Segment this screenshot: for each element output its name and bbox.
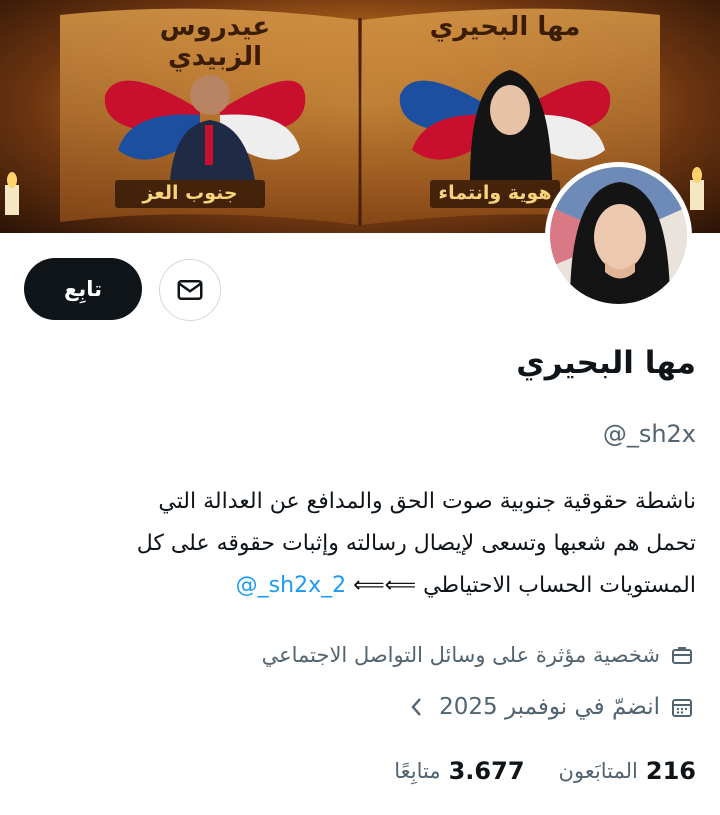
banner-left-caption: جنوب العز [142,182,238,204]
followers-label: المتابَعون [558,759,638,783]
bio-line: ناشطة حقوقية جنوبية صوت الحق والمدافع عن… [158,489,696,514]
category-label: شخصية مؤثرة على وسائل التواصل الاجتماعي [261,643,660,667]
follow-button[interactable]: تابِع [24,258,142,320]
backup-account-link[interactable]: @_sh2x_2 [236,573,346,598]
followers-count: 216 [645,757,696,785]
bio-line: المستويات الحساب الاحتياطي ⟸⟸ @_sh2x_2 [24,565,696,607]
mail-icon [177,280,203,300]
avatar-image [550,167,687,304]
bio-line: تحمل هم شعبها وتسعى لإيصال رسالته وإثبات… [136,531,696,556]
joined-label: انضمّ في نوفمبر 2025 [439,694,660,720]
chevron-left-icon [409,696,425,718]
followers-link[interactable]: 216 المتابَعون [559,757,696,785]
following-link[interactable]: 3.677 متابِعًا [394,757,524,785]
joined-date[interactable]: انضمّ في نوفمبر 2025 [409,693,696,721]
profile-stats: 216 المتابَعون 3.677 متابِعًا [360,757,696,785]
calendar-icon [668,693,696,721]
bio-line-text: المستويات الحساب الاحتياطي ⟸⟸ [353,573,696,598]
banner-left-title: عيدروس الزبيدي [159,12,271,72]
profile-handle: @_sh2x [602,420,696,448]
profile-name: مها البحيري [516,345,696,381]
banner-right-caption: هوية وانتماء [438,182,552,204]
message-button[interactable] [159,259,221,321]
following-count: 3.677 [448,757,525,785]
banner-right-title: مها البحيري [429,12,581,42]
avatar[interactable] [545,162,692,309]
briefcase-icon [668,641,696,669]
profile-category: شخصية مؤثرة على وسائل التواصل الاجتماعي [262,641,696,669]
profile-bio: ناشطة حقوقية جنوبية صوت الحق والمدافع عن… [24,481,696,607]
following-label: متابِعًا [394,759,441,783]
